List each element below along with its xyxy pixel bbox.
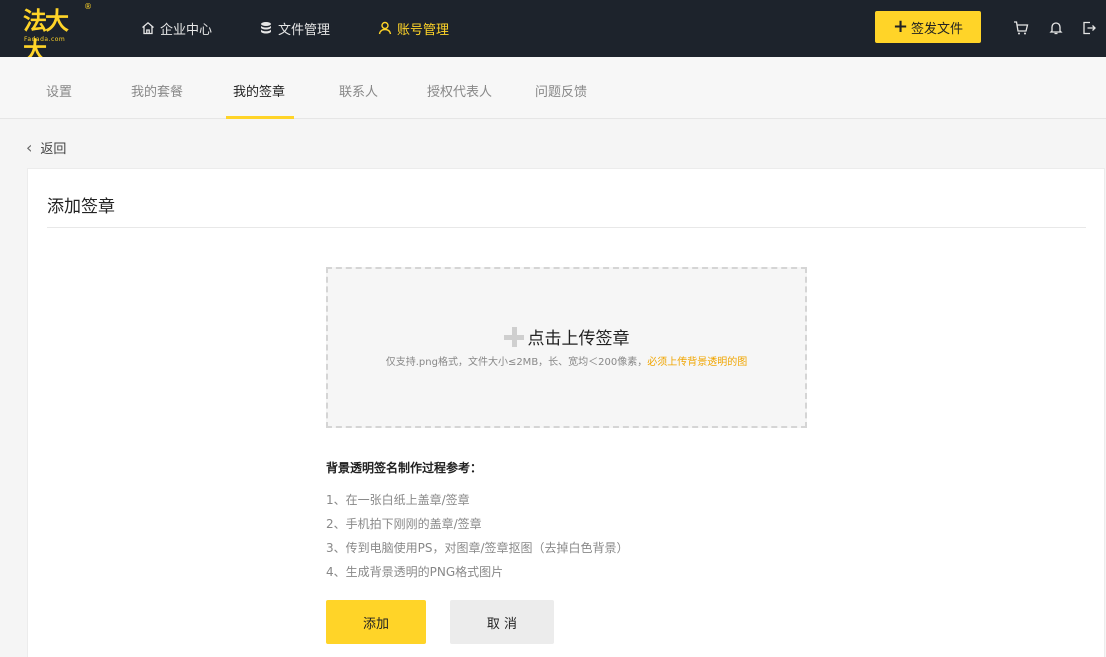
chevron-left-icon: ‹ <box>26 137 33 157</box>
tab-authorized-representative[interactable]: 授权代表人 <box>427 81 492 100</box>
logo[interactable]: 法大大 ® Fadada.com <box>23 2 92 65</box>
user-icon <box>378 21 392 35</box>
tab-contacts[interactable]: 联系人 <box>339 81 378 100</box>
sub-navbar: 设置 我的套餐 我的签章 联系人 授权代表人 问题反馈 <box>0 57 1106 119</box>
upload-hint-text: 仅支持.png格式，文件大小≤2MB，长、宽均＜200像素， <box>385 357 648 368</box>
add-button[interactable]: 添加 <box>326 600 426 644</box>
logout-icon[interactable] <box>1079 18 1099 38</box>
signature-upload-area[interactable]: 点击上传签章 仅支持.png格式，文件大小≤2MB，长、宽均＜200像素，必须上… <box>326 267 807 428</box>
upload-hint-warning: 必须上传背景透明的图 <box>647 357 748 368</box>
sign-document-label: 签发文件 <box>911 21 964 37</box>
plus-icon: + <box>892 16 909 37</box>
plus-icon <box>503 326 524 347</box>
cancel-button[interactable]: 取 消 <box>450 600 554 644</box>
add-signature-card: 添加签章 点击上传签章 仅支持.png格式，文件大小≤2MB，长、宽均＜200像… <box>27 168 1105 657</box>
nav-item-enterprise-center[interactable]: 企业中心 <box>141 18 212 38</box>
logo-registered-mark: ® <box>84 2 92 11</box>
logo-subtext: Fadada.com <box>24 36 66 43</box>
upload-label-row: 点击上传签章 <box>328 324 805 349</box>
page-title: 添加签章 <box>47 197 115 217</box>
tab-my-plan[interactable]: 我的套餐 <box>131 81 183 100</box>
nav-item-account-management[interactable]: 账号管理 <box>378 18 449 38</box>
tab-my-signatures[interactable]: 我的签章 <box>233 81 285 100</box>
sign-document-button[interactable]: + 签发文件 <box>875 11 981 43</box>
nav-item-label: 企业中心 <box>160 22 213 38</box>
guide-title: 背景透明签名制作过程参考： <box>326 461 483 475</box>
guide-step: 1、在一张白纸上盖章/签章 <box>326 493 470 507</box>
guide-step: 2、手机拍下刚刚的盖章/签章 <box>326 517 482 531</box>
tab-settings[interactable]: 设置 <box>46 81 72 100</box>
nav-item-label: 文件管理 <box>278 22 331 38</box>
active-tab-indicator <box>226 116 294 119</box>
guide-step: 3、传到电脑使用PS，对图章/签章抠图（去掉白色背景） <box>326 541 629 555</box>
upload-label: 点击上传签章 <box>527 329 630 349</box>
top-navbar: 法大大 ® Fadada.com 企业中心 文件管理 账号管理 + 签发文件 <box>0 0 1106 65</box>
back-label: 返回 <box>40 142 67 157</box>
guide-step: 4、生成背景透明的PNG格式图片 <box>326 565 504 579</box>
cart-icon[interactable] <box>1011 18 1031 38</box>
back-link[interactable]: ‹ 返回 <box>26 138 66 157</box>
divider <box>47 227 1086 228</box>
nav-item-file-management[interactable]: 文件管理 <box>259 18 330 38</box>
tab-feedback[interactable]: 问题反馈 <box>535 81 587 100</box>
nav-item-label: 账号管理 <box>397 22 450 38</box>
bell-icon[interactable] <box>1046 18 1066 38</box>
upload-hint: 仅支持.png格式，文件大小≤2MB，长、宽均＜200像素，必须上传背景透明的图 <box>328 353 805 368</box>
home-icon <box>142 21 154 35</box>
database-icon <box>261 22 271 34</box>
